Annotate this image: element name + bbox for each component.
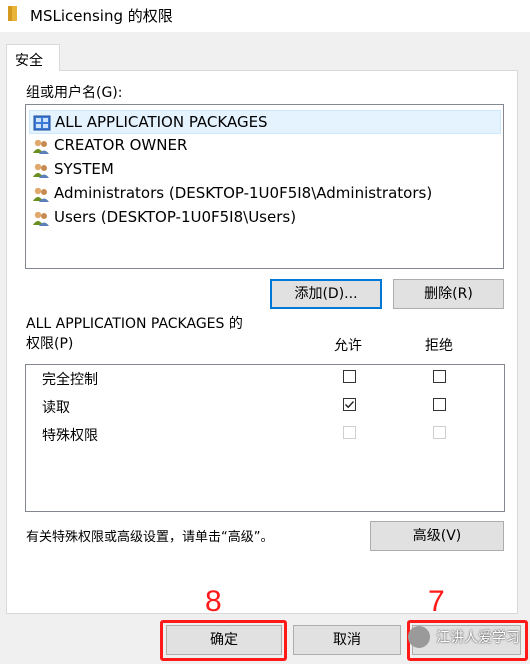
permissions-title: ALL APPLICATION PACKAGES 的 权限(P) [26,314,243,354]
checkmark-icon [345,401,355,409]
ok-highlight-box [160,620,287,661]
group-user-list[interactable]: ALL APPLICATION PACKAGES CREATOR OWNER S… [25,104,504,269]
list-item-system[interactable]: SYSTEM [29,158,501,182]
folder-icon [8,6,17,21]
permissions-title-line1: ALL APPLICATION PACKAGES 的 [26,316,243,332]
permission-label-read: 读取 [42,400,70,416]
deny-column-header: 拒绝 [425,338,453,354]
cancel-button[interactable]: 取消 [293,625,401,655]
add-button[interactable]: 添加(D)... [270,279,382,309]
watermark-text: 江讲人爱学习 [436,630,520,646]
list-item-label: ALL APPLICATION PACKAGES [55,113,268,131]
permissions-title-line2: 权限(P) [26,336,74,352]
list-item-administrators[interactable]: Administrators (DESKTOP-1U0F5I8\Administ… [29,182,501,206]
tab-security-label: 安全 [15,53,43,69]
window-title: MSLicensing 的权限 [30,7,173,25]
list-item-label: SYSTEM [54,160,114,178]
users-icon [33,211,49,226]
step-7-label: 7 [428,585,445,618]
users-icon [33,139,49,154]
step-8-label: 8 [205,585,222,618]
app-packages-icon [33,115,51,131]
list-item-all-application-packages[interactable]: ALL APPLICATION PACKAGES [29,110,501,134]
special-deny-checkbox [433,426,446,439]
permission-label-special: 特殊权限 [42,428,98,444]
wechat-icon [408,626,430,648]
users-icon [33,163,49,178]
full-control-deny-checkbox[interactable] [433,370,446,383]
list-item-label: Administrators (DESKTOP-1U0F5I8\Administ… [54,184,433,202]
title-bar: MSLicensing 的权限 [0,0,530,32]
list-item-label: Users (DESKTOP-1U0F5I8\Users) [54,208,297,226]
read-allow-checkbox[interactable] [343,398,356,411]
allow-column-header: 允许 [334,338,362,354]
group-list-label: 组或用户名(G): [26,85,123,101]
full-control-allow-checkbox[interactable] [343,370,356,383]
list-item-users[interactable]: Users (DESKTOP-1U0F5I8\Users) [29,206,501,230]
users-icon [33,187,49,202]
list-item-creator-owner[interactable]: CREATOR OWNER [29,134,501,158]
list-item-label: CREATOR OWNER [54,136,188,154]
tab-security[interactable]: 安全 [6,44,60,71]
remove-button[interactable]: 删除(R) [393,279,504,309]
permission-label-full-control: 完全控制 [42,372,98,388]
advanced-info-text: 有关特殊权限或高级设置，请单击“高级”。 [26,530,274,545]
advanced-button[interactable]: 高级(V) [370,521,504,551]
special-allow-checkbox [343,426,356,439]
read-deny-checkbox[interactable] [433,398,446,411]
